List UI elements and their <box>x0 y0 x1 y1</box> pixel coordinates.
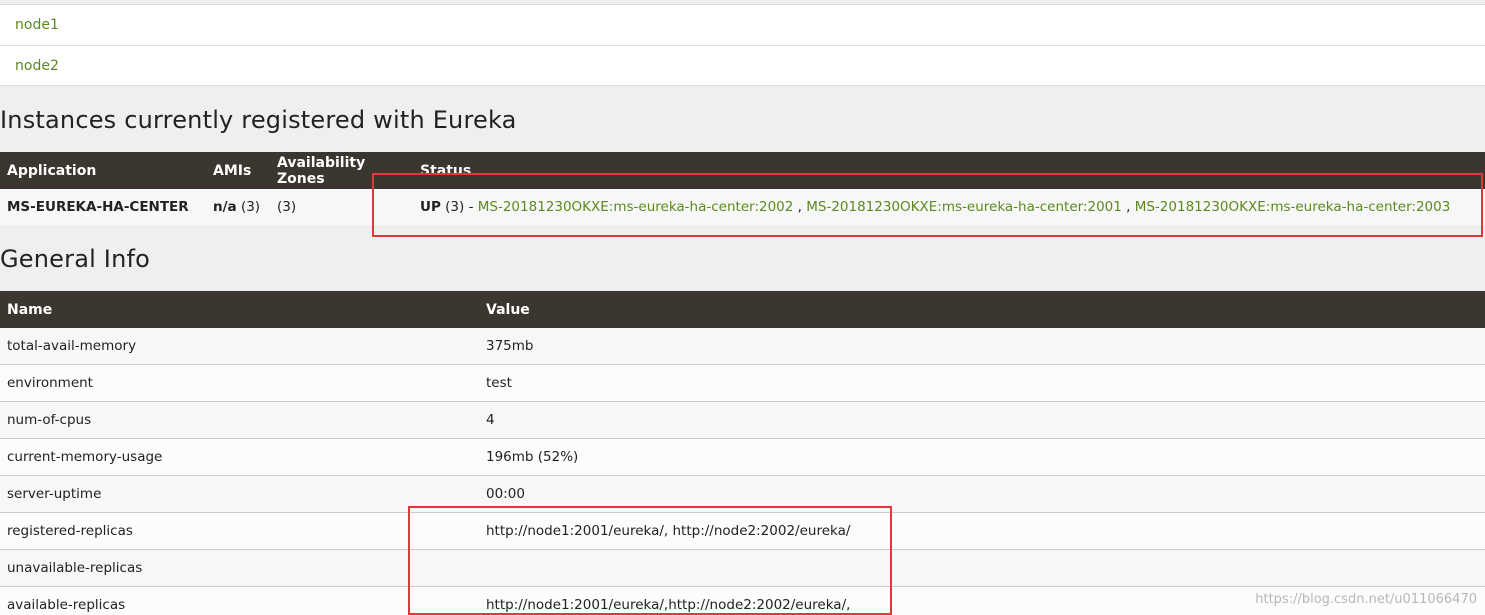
instances-section-title: Instances currently registered with Eure… <box>0 106 517 134</box>
info-row-server-uptime: server-uptime 00:00 <box>0 475 1485 513</box>
header-name: Name <box>0 291 479 328</box>
info-value: 4 <box>479 401 1485 439</box>
info-name: num-of-cpus <box>0 401 479 439</box>
info-value: 00:00 <box>479 475 1485 513</box>
watermark: https://blog.csdn.net/u011066470 <box>1255 592 1477 607</box>
general-info-header-row: Name Value <box>0 291 1485 328</box>
info-name: current-memory-usage <box>0 438 479 476</box>
info-row-unavailable-replicas: unavailable-replicas <box>0 549 1485 587</box>
info-value: http://node1:2001/eureka/, http://node2:… <box>479 512 1485 550</box>
info-name: total-avail-memory <box>0 328 479 365</box>
info-row-total-avail-memory: total-avail-memory 375mb <box>0 328 1485 365</box>
info-value <box>479 549 1485 587</box>
instance-separator: , <box>793 199 807 215</box>
instances-header-row: Application AMIs Availability Zones Stat… <box>0 152 1485 189</box>
instance-separator: , <box>1121 199 1135 215</box>
header-availability-zones: Availability Zones <box>270 152 413 189</box>
info-name: registered-replicas <box>0 512 479 550</box>
header-amis: AMIs <box>206 152 270 189</box>
application-name: MS-EUREKA-HA-CENTER <box>0 189 206 225</box>
general-info-title: General Info <box>0 245 151 273</box>
general-info-table: Name Value total-avail-memory 375mb envi… <box>0 291 1485 615</box>
info-value: 375mb <box>479 328 1485 365</box>
header-status: Status <box>413 152 1485 189</box>
instance-row: MS-EUREKA-HA-CENTER n/a (3) (3) UP (3) -… <box>0 189 1485 225</box>
replica-link-node1[interactable]: node1 <box>0 5 1485 46</box>
info-row-current-memory-usage: current-memory-usage 196mb (52%) <box>0 438 1485 476</box>
zones-cell: (3) <box>270 189 413 225</box>
info-name: environment <box>0 364 479 402</box>
status-count: (3) - <box>445 199 474 215</box>
header-application: Application <box>0 152 206 189</box>
amis-label: n/a <box>213 199 237 215</box>
info-row-environment: environment test <box>0 364 1485 402</box>
info-name: server-uptime <box>0 475 479 513</box>
status-label: UP <box>420 199 441 215</box>
info-value: 196mb (52%) <box>479 438 1485 476</box>
ds-replicas-list: node1 node2 <box>0 4 1485 86</box>
info-name: unavailable-replicas <box>0 549 479 587</box>
instances-table: Application AMIs Availability Zones Stat… <box>0 152 1485 225</box>
status-cell: UP (3) - MS-20181230OKXE:ms-eureka-ha-ce… <box>413 189 1485 225</box>
instance-link-2002[interactable]: MS-20181230OKXE:ms-eureka-ha-center:2002 <box>478 199 794 215</box>
amis-count: (3) <box>240 199 261 215</box>
info-row-num-of-cpus: num-of-cpus 4 <box>0 401 1485 439</box>
instance-link-2001[interactable]: MS-20181230OKXE:ms-eureka-ha-center:2001 <box>806 199 1122 215</box>
replica-link-node2[interactable]: node2 <box>0 46 1485 86</box>
amis-cell: n/a (3) <box>206 189 270 225</box>
eureka-dashboard: node1 node2 Instances currently register… <box>0 0 1485 615</box>
instance-link-2003[interactable]: MS-20181230OKXE:ms-eureka-ha-center:2003 <box>1135 199 1451 215</box>
info-row-registered-replicas: registered-replicas http://node1:2001/eu… <box>0 512 1485 550</box>
info-value: test <box>479 364 1485 402</box>
header-value: Value <box>479 291 1485 328</box>
info-name: available-replicas <box>0 586 479 615</box>
